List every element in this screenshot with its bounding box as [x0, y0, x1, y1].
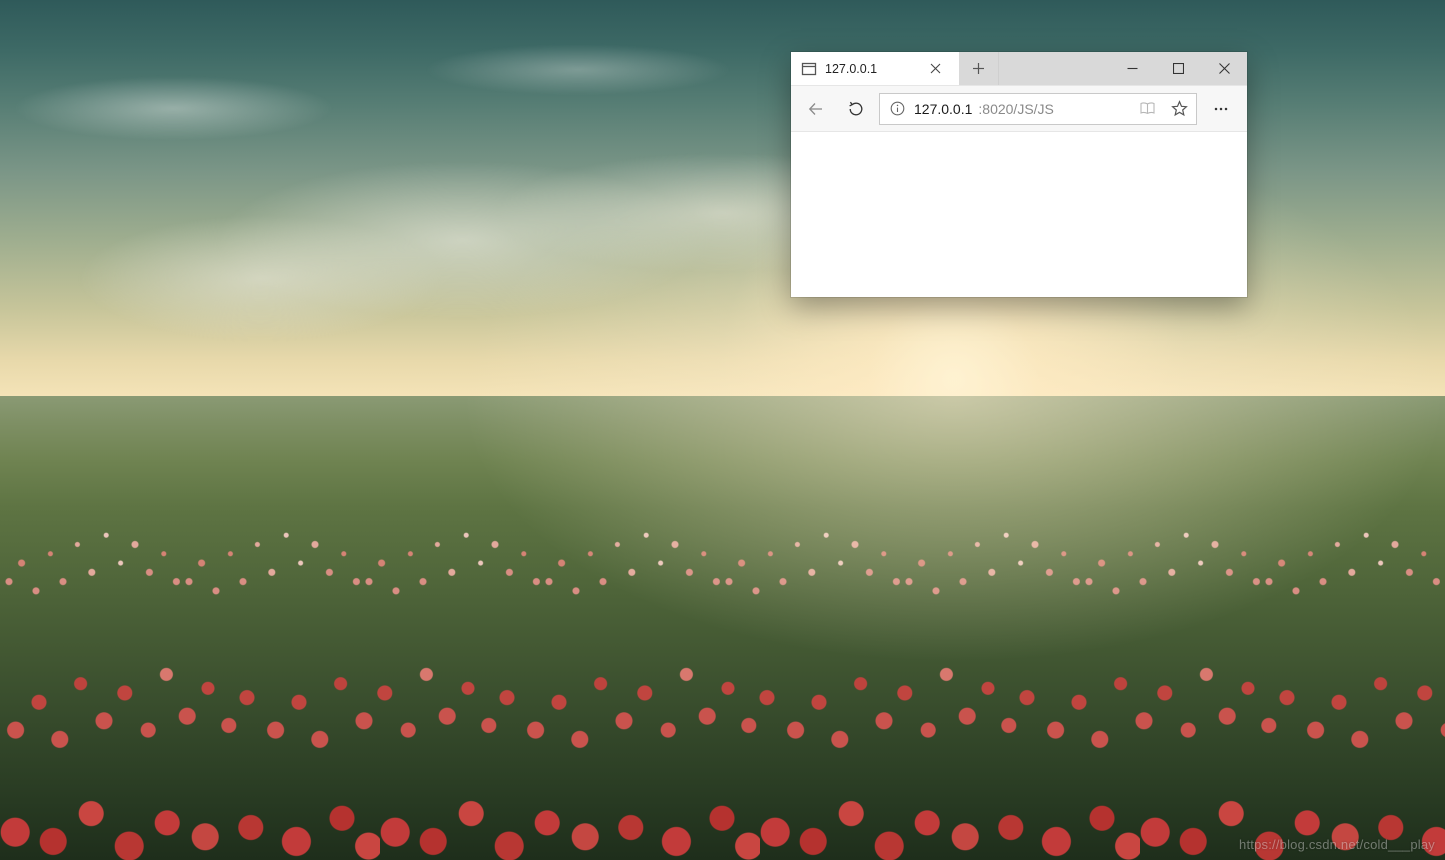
- refresh-icon: [847, 100, 865, 118]
- book-icon: [1139, 100, 1156, 117]
- star-icon: [1171, 100, 1188, 117]
- refresh-button[interactable]: [839, 92, 873, 126]
- minimize-icon: [1127, 63, 1138, 74]
- tab-title: 127.0.0.1: [825, 62, 913, 76]
- arrow-left-icon: [807, 100, 825, 118]
- window-controls: [1109, 52, 1247, 85]
- info-icon: [890, 101, 905, 116]
- plus-icon: [972, 62, 985, 75]
- maximize-button[interactable]: [1155, 52, 1201, 85]
- page-viewport[interactable]: [791, 132, 1247, 297]
- back-button[interactable]: [799, 92, 833, 126]
- browser-window: 127.0.0.1: [791, 52, 1247, 297]
- title-bar[interactable]: 127.0.0.1: [791, 52, 1247, 86]
- dots-icon: [1212, 100, 1230, 118]
- close-icon: [1219, 63, 1230, 74]
- favorite-button[interactable]: [1166, 96, 1192, 122]
- tab-strip-inactive: [959, 52, 1247, 85]
- more-button[interactable]: [1203, 92, 1239, 126]
- titlebar-drag-region[interactable]: [999, 52, 1109, 85]
- new-tab-button[interactable]: [959, 52, 999, 85]
- reading-view-button[interactable]: [1134, 96, 1160, 122]
- tab-active[interactable]: 127.0.0.1: [791, 52, 959, 85]
- watermark-text: https://blog.csdn.net/cold___play: [1239, 837, 1435, 852]
- close-icon: [930, 63, 941, 74]
- wallpaper-poppies: [0, 396, 1445, 860]
- maximize-icon: [1173, 63, 1184, 74]
- window-close-button[interactable]: [1201, 52, 1247, 85]
- address-host: 127.0.0.1: [914, 101, 972, 117]
- minimize-button[interactable]: [1109, 52, 1155, 85]
- site-info-button[interactable]: [886, 98, 908, 120]
- toolbar: 127.0.0.1 :8020/JS/JS: [791, 86, 1247, 132]
- address-bar[interactable]: 127.0.0.1 :8020/JS/JS: [879, 93, 1197, 125]
- address-path: :8020/JS/JS: [978, 101, 1128, 117]
- page-icon: [801, 61, 817, 77]
- tab-close-button[interactable]: [921, 52, 949, 86]
